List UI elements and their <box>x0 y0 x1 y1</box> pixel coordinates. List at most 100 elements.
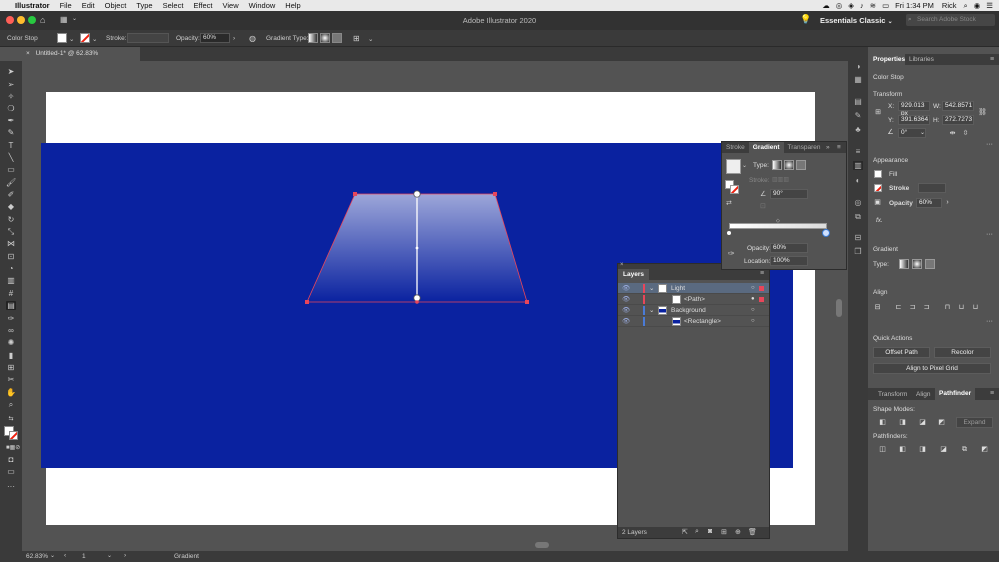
more-tools-icon[interactable]: ··· <box>6 482 16 491</box>
menu-effect[interactable]: Effect <box>193 1 212 10</box>
next-artboard-icon[interactable]: › <box>124 552 126 559</box>
brushes-panel-icon[interactable]: ✎ <box>853 111 863 120</box>
freeform-gradient-icon[interactable] <box>332 33 342 43</box>
panel-menu-icon[interactable]: ≡ <box>990 56 994 63</box>
rotate-icon[interactable]: ∠ <box>886 129 895 137</box>
opacity-field[interactable]: 60% <box>916 198 942 208</box>
eyedropper-tool-icon[interactable]: ✑ <box>6 314 16 323</box>
stroke-indicator[interactable] <box>730 185 739 194</box>
shape-builder-tool-icon[interactable]: ◔ <box>6 264 16 273</box>
panel-menu-icon[interactable]: ⌄ <box>368 35 373 43</box>
panel-menu-icon[interactable]: ≡ <box>837 142 841 153</box>
symbols-panel-icon[interactable]: ♣ <box>853 125 863 134</box>
flip-horizontal-icon[interactable]: ⇹ <box>948 130 957 138</box>
minus-front-icon[interactable]: ◨ <box>898 419 907 427</box>
recolor-icon[interactable]: ◍ <box>249 34 256 43</box>
reference-point-icon[interactable]: ⊞ <box>873 109 883 119</box>
horizontal-scroll-thumb[interactable] <box>535 542 549 548</box>
paintbrush-tool-icon[interactable]: 🖌 <box>6 178 16 187</box>
free-transform-tool-icon[interactable]: ⊡ <box>6 252 16 261</box>
document-tab[interactable]: × Untitled-1* @ 62.83% (RGB/Preview) <box>22 47 140 71</box>
mesh-tool-icon[interactable]: # <box>6 289 16 298</box>
artboard-number[interactable]: 1 <box>82 553 86 560</box>
close-tab-icon[interactable]: × <box>26 50 30 57</box>
user-name[interactable]: Rick <box>942 1 957 10</box>
menu-type[interactable]: Type <box>136 1 152 10</box>
type-tool-icon[interactable]: T <box>6 141 16 150</box>
gradient-origin-dot[interactable] <box>415 300 419 304</box>
chevron-down-icon[interactable]: ⌄ <box>742 162 747 169</box>
target-icon[interactable]: ○ <box>751 316 755 327</box>
width-tool-icon[interactable]: ⋈ <box>6 239 16 248</box>
menu-view[interactable]: View <box>222 1 238 10</box>
y-field[interactable]: 391.6364 <box>898 115 930 125</box>
expand-button[interactable]: Expand <box>956 417 993 428</box>
clipping-mask-icon[interactable]: ◙ <box>708 528 712 535</box>
panel-menu-icon[interactable]: ≡ <box>760 270 764 277</box>
direct-selection-tool-icon[interactable]: ➢ <box>6 80 16 89</box>
layer-row-background[interactable]: 👁 ⌄ Background ○ <box>618 305 769 316</box>
selection-indicator[interactable] <box>759 286 764 291</box>
menu-select[interactable]: Select <box>163 1 184 10</box>
more-options-icon[interactable]: ··· <box>985 141 994 149</box>
opacity-label[interactable]: Opacity <box>889 200 913 207</box>
tab-transform[interactable]: Transform <box>878 391 907 398</box>
object-name[interactable]: <Rectangle> <box>684 316 721 327</box>
opacity-field[interactable]: 60% <box>200 33 230 43</box>
align-bottom-icon[interactable]: ⊔ <box>971 304 980 312</box>
swap-fill-stroke-icon[interactable]: ⇆ <box>6 415 16 424</box>
chevron-right-icon[interactable]: › <box>943 199 952 207</box>
close-panel-icon[interactable]: × <box>620 262 624 268</box>
notification-center-icon[interactable]: ☰ <box>986 1 993 10</box>
transparency-panel-icon[interactable]: ◐ <box>853 176 863 185</box>
magic-wand-tool-icon[interactable]: ✧ <box>6 92 16 101</box>
more-options-icon[interactable]: ··· <box>985 318 994 326</box>
angle-field[interactable]: 90° <box>770 189 808 199</box>
stroke-label[interactable]: Stroke <box>889 185 909 192</box>
layer-name[interactable]: Light <box>671 283 685 294</box>
align-horizontal-center-icon[interactable]: ⊐ <box>908 304 917 312</box>
gradient-midpoint-handle[interactable] <box>415 246 419 250</box>
align-right-icon[interactable]: ⊐ <box>922 304 931 312</box>
lightbulb-icon[interactable]: 💡 <box>800 14 811 25</box>
clock[interactable]: Fri 1:34 PM <box>895 1 934 10</box>
layer-row-path[interactable]: 👁 <Path> ● <box>618 294 769 305</box>
layer-name[interactable]: Background <box>671 305 706 316</box>
hand-tool-icon[interactable]: ✋ <box>6 388 16 397</box>
extras-icon[interactable]: ◎ <box>836 1 843 10</box>
reverse-gradient-icon[interactable]: ⇄ <box>726 199 732 207</box>
chevron-down-icon[interactable]: ⌄ <box>649 283 654 294</box>
locate-object-icon[interactable]: ⌕ <box>695 528 699 536</box>
target-icon-filled[interactable]: ● <box>751 294 755 305</box>
eye-icon[interactable]: 👁 <box>622 294 630 305</box>
selection-tool-icon[interactable]: ➤ <box>6 67 16 76</box>
stroke-swatch[interactable] <box>874 184 882 192</box>
align-left-icon[interactable]: ⊏ <box>894 304 903 312</box>
align-options-icon[interactable]: ⊞ <box>353 34 360 43</box>
siri-icon[interactable]: ◉ <box>974 1 981 10</box>
stroke-weight-field[interactable] <box>918 183 946 193</box>
more-options-icon[interactable]: ··· <box>985 231 994 239</box>
rectangle-tool-icon[interactable]: ▭ <box>6 165 16 174</box>
radial-gradient-icon[interactable] <box>784 160 794 170</box>
appearance-panel-icon[interactable]: ◎ <box>853 198 863 207</box>
layer-row-rectangle[interactable]: 👁 <Rectangle> ○ <box>618 316 769 327</box>
freeform-gradient-icon[interactable] <box>925 259 935 269</box>
screen-mode-icon[interactable]: ▭ <box>6 467 16 476</box>
stroke-color-swatch[interactable] <box>9 431 18 440</box>
chevron-down-icon[interactable]: ⌄ <box>649 305 654 316</box>
collapse-panel-icon[interactable]: » <box>826 142 830 153</box>
recolor-button[interactable]: Recolor <box>934 347 991 358</box>
gradient-preview-swatch[interactable] <box>726 159 741 174</box>
export-icon[interactable]: ⇱ <box>682 528 688 536</box>
w-field[interactable]: 542.8571 <box>942 101 974 111</box>
artboards-panel-icon[interactable]: ❐ <box>853 247 863 256</box>
eyedropper-icon[interactable]: ✑ <box>728 249 735 258</box>
previous-artboard-icon[interactable]: ‹ <box>64 552 66 559</box>
volume-icon[interactable]: ♪ <box>860 1 864 10</box>
menu-object[interactable]: Object <box>105 1 127 10</box>
curvature-tool-icon[interactable]: ✎ <box>6 128 16 137</box>
layers-panel-icon[interactable]: ⊟ <box>853 233 863 242</box>
layers-panel-title[interactable]: Layers <box>618 269 649 280</box>
fx-label[interactable]: fx. <box>876 217 883 224</box>
